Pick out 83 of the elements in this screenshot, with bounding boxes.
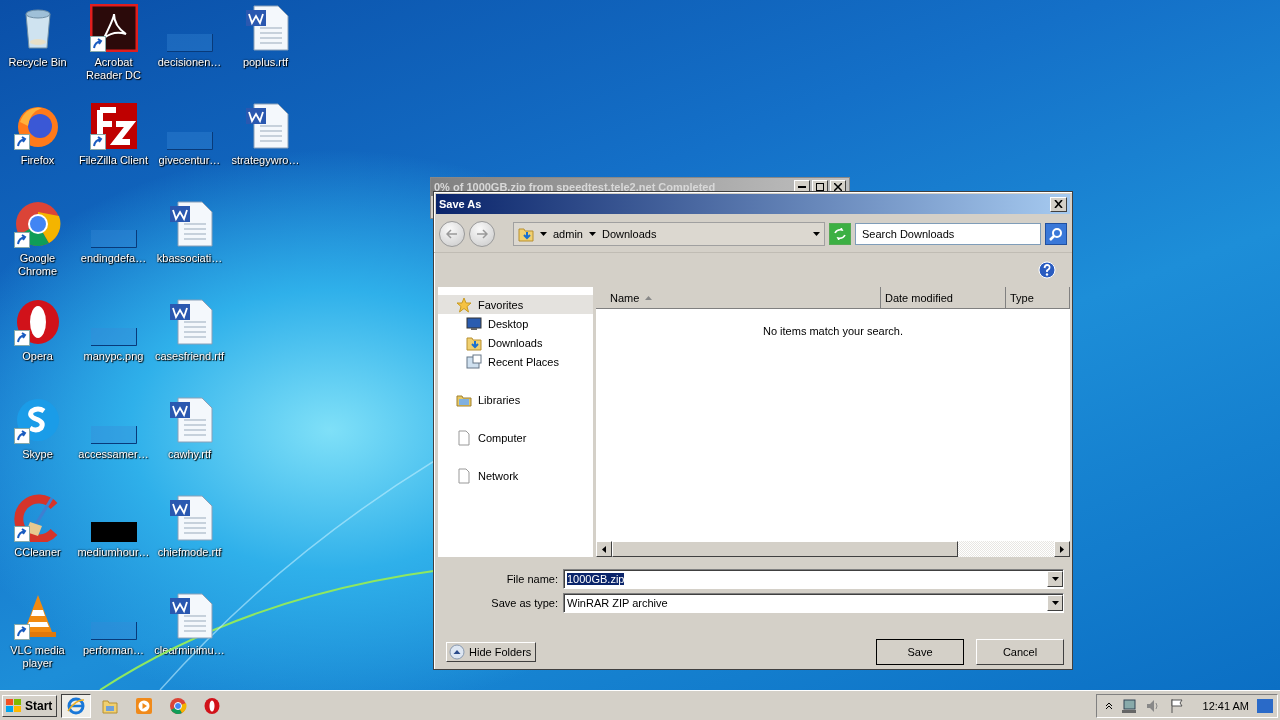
back-arrow-icon bbox=[446, 229, 458, 239]
field-label: Save as type: bbox=[490, 597, 558, 609]
desktop-icon-label[interactable]: VLC media player bbox=[0, 644, 75, 670]
image-thumbnail-icon bbox=[90, 426, 137, 444]
media-player-icon bbox=[135, 696, 154, 715]
file-type-dropdown[interactable]: WinRAR ZIP archive bbox=[563, 593, 1064, 613]
page-icon bbox=[456, 467, 472, 484]
star-icon bbox=[456, 296, 472, 313]
breadcrumb-item[interactable]: Downloads bbox=[601, 228, 657, 240]
close-icon[interactable] bbox=[834, 183, 842, 191]
desktop-icon-label[interactable]: FileZilla Client bbox=[76, 154, 151, 167]
close-icon bbox=[1054, 200, 1063, 208]
chevron-up-icon[interactable] bbox=[1104, 701, 1113, 710]
caret-icon[interactable] bbox=[813, 231, 820, 237]
field-label: File name: bbox=[505, 573, 558, 585]
opera-icon bbox=[203, 696, 222, 715]
download-folder-icon bbox=[466, 334, 482, 351]
nav-item[interactable]: Downloads bbox=[438, 333, 593, 352]
file-name-field[interactable]: 1000GB.zip bbox=[563, 569, 1064, 589]
image-thumbnail-icon bbox=[166, 34, 213, 52]
column-header[interactable]: Type bbox=[1006, 287, 1070, 308]
network-icon[interactable] bbox=[1120, 697, 1137, 714]
help-icon[interactable] bbox=[1038, 261, 1056, 279]
recent-places-icon bbox=[466, 353, 482, 370]
desktop-icon-label[interactable]: poplus.rtf bbox=[228, 56, 303, 69]
download-folder-icon bbox=[518, 226, 534, 242]
search-icon bbox=[1049, 227, 1063, 241]
caret-icon[interactable] bbox=[540, 231, 547, 237]
show-desktop-icon[interactable] bbox=[1257, 698, 1273, 713]
caret-icon[interactable] bbox=[1051, 576, 1059, 582]
desktop-icon-label[interactable]: endingdefa… bbox=[76, 252, 151, 265]
maximize-icon[interactable] bbox=[816, 183, 824, 191]
close-button[interactable] bbox=[1050, 196, 1067, 212]
desktop-icon-label[interactable]: decisionen… bbox=[152, 56, 227, 69]
search-button[interactable] bbox=[1045, 223, 1067, 245]
refresh-arrows-icon bbox=[833, 228, 847, 240]
desktop-icon-label[interactable]: Google Chrome bbox=[0, 252, 75, 278]
browser-e-icon bbox=[67, 696, 86, 715]
clock[interactable]: 12:41 AM bbox=[1202, 699, 1249, 712]
windows-logo-icon bbox=[5, 697, 23, 714]
desktop-icon-label[interactable]: Opera bbox=[0, 350, 75, 363]
save-button[interactable]: Save bbox=[876, 639, 964, 665]
desktop-icon-label[interactable]: strategywro… bbox=[228, 154, 303, 167]
column-header[interactable]: Date modified bbox=[881, 287, 1006, 308]
image-thumbnail-icon bbox=[90, 622, 137, 640]
desktop-icon-label[interactable]: Recycle Bin bbox=[0, 56, 75, 69]
column-header[interactable]: Name bbox=[596, 287, 881, 308]
image-thumbnail-icon bbox=[90, 522, 137, 542]
chrome-icon bbox=[169, 696, 188, 715]
page-icon bbox=[456, 429, 472, 446]
acrobat-icon bbox=[89, 4, 138, 52]
desktop-icon-label[interactable]: Firefox bbox=[0, 154, 75, 167]
search-field[interactable]: Search Downloads bbox=[855, 223, 1041, 245]
refresh-button[interactable] bbox=[829, 223, 851, 245]
left-arrow-icon[interactable] bbox=[602, 545, 606, 553]
nav-item[interactable]: Computer bbox=[438, 428, 593, 447]
nav-item[interactable]: Favorites bbox=[438, 295, 593, 314]
image-thumbnail-icon bbox=[90, 230, 137, 248]
collapse-icon bbox=[449, 644, 465, 660]
empty-message: No items match your search. bbox=[763, 325, 903, 337]
window-title: Save As bbox=[439, 198, 483, 210]
start-button[interactable]: Start bbox=[2, 694, 58, 717]
image-thumbnail-icon bbox=[90, 328, 137, 346]
nav-item[interactable]: Libraries bbox=[438, 390, 593, 409]
address-bar[interactable]: admin Downloads bbox=[513, 222, 825, 246]
nav-item[interactable]: Recent Places bbox=[438, 352, 593, 371]
image-thumbnail-icon bbox=[166, 132, 213, 150]
monitor-icon bbox=[466, 315, 482, 332]
horizontal-scrollbar[interactable] bbox=[596, 541, 1070, 557]
desktop-icon-label[interactable]: Acrobat Reader DC bbox=[76, 56, 151, 82]
forward-arrow-icon bbox=[476, 229, 488, 239]
caret-icon[interactable] bbox=[1051, 600, 1059, 606]
desktop-icon-label[interactable]: CCleaner bbox=[0, 546, 75, 559]
desktop-icon-label[interactable]: givecentur… bbox=[152, 154, 227, 167]
breadcrumb-item[interactable]: admin bbox=[553, 228, 583, 240]
caret-icon[interactable] bbox=[588, 231, 596, 237]
right-arrow-icon[interactable] bbox=[1060, 545, 1064, 553]
flag-icon[interactable] bbox=[1168, 697, 1185, 714]
taskbar-button[interactable] bbox=[61, 693, 92, 718]
nav-item[interactable]: Network bbox=[438, 466, 593, 485]
cancel-button[interactable]: Cancel bbox=[976, 639, 1064, 665]
hide-folders-button[interactable]: Hide Folders bbox=[446, 642, 537, 662]
nav-item[interactable]: Desktop bbox=[438, 314, 593, 333]
